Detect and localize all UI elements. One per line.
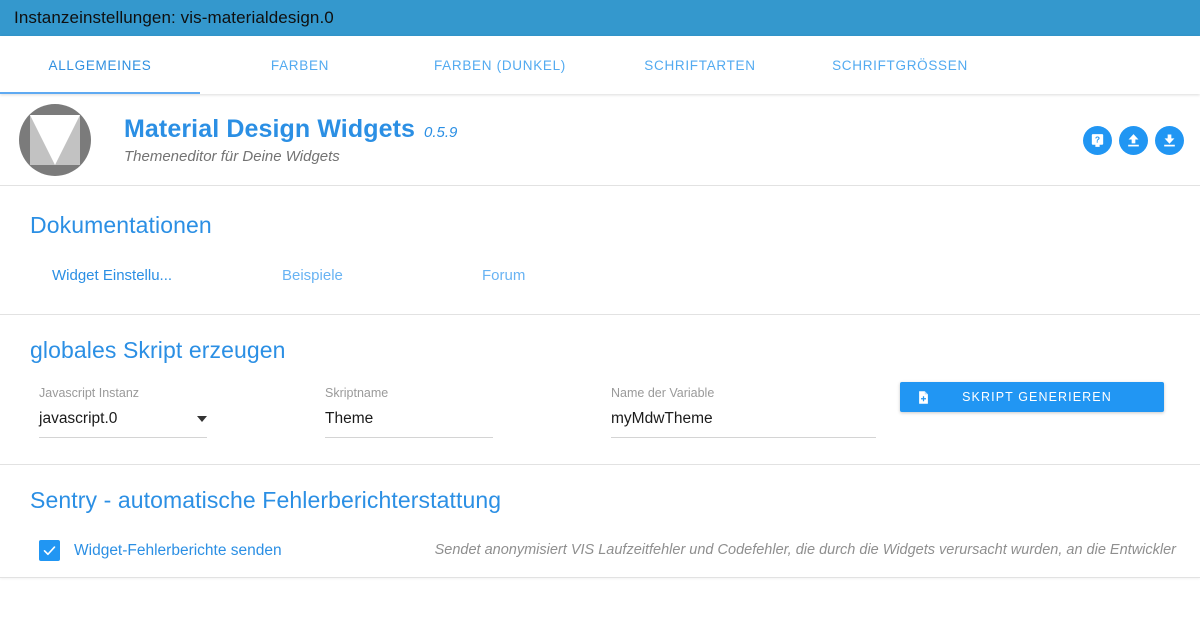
variable-name-field: Name der Variable (611, 386, 921, 438)
header-actions: ? (1083, 126, 1184, 155)
script-name-input-wrap[interactable] (325, 410, 493, 438)
tab-schriftgroessen[interactable]: SCHRIFTGRÖSSEN (800, 36, 1000, 94)
sentry-checkbox-wrap: Widget-Fehlerberichte senden (39, 540, 369, 561)
sentry-checkbox[interactable] (39, 540, 60, 561)
tab-label: ALLGEMEINES (48, 57, 152, 73)
download-icon (1161, 132, 1178, 149)
app-subtitle: Themeneditor für Deine Widgets (124, 147, 340, 165)
upload-icon (1125, 132, 1142, 149)
chevron-down-icon[interactable] (197, 416, 207, 422)
tab-schriftarten[interactable]: SCHRIFTARTEN (600, 36, 800, 94)
doc-link-widget-einstellungen[interactable]: Widget Einstellu... (52, 267, 282, 284)
script-name-field: Skriptname (325, 386, 611, 438)
tab-farben-dunkel[interactable]: FARBEN (DUNKEL) (400, 36, 600, 94)
help-button[interactable]: ? (1083, 126, 1112, 155)
generate-script-button[interactable]: SKRIPT GENERIEREN (900, 382, 1164, 412)
app-title-block: Material Design Widgets 0.5.9 Themenedit… (124, 115, 1083, 165)
javascript-instance-select[interactable]: javascript.0 (39, 410, 207, 438)
documentation-title: Dokumentationen (30, 212, 212, 238)
tab-farben[interactable]: FARBEN (200, 36, 400, 94)
tab-label: SCHRIFTGRÖSSEN (832, 57, 968, 73)
app-version: 0.5.9 (424, 123, 458, 141)
window-title: Instanzeinstellungen: vis-materialdesign… (14, 8, 334, 27)
sentry-hint-text: Sendet anonymisiert VIS Laufzeitfehler u… (434, 542, 1176, 558)
tab-bar: ALLGEMEINES FARBEN FARBEN (DUNKEL) SCHRI… (0, 36, 1200, 94)
sentry-checkbox-label[interactable]: Widget-Fehlerberichte senden (74, 542, 282, 560)
doc-link-forum[interactable]: Forum (482, 267, 682, 284)
window-titlebar: Instanzeinstellungen: vis-materialdesign… (0, 0, 1200, 36)
variable-name-input[interactable] (611, 410, 876, 428)
svg-text:?: ? (1095, 134, 1100, 144)
variable-name-label: Name der Variable (611, 386, 715, 400)
variable-name-input-wrap[interactable] (611, 410, 876, 438)
generate-script-label: SKRIPT GENERIEREN (962, 390, 1112, 404)
tab-label: FARBEN (270, 57, 330, 73)
app-header-section: Material Design Widgets 0.5.9 Themenedit… (0, 94, 1200, 186)
javascript-instance-value: javascript.0 (39, 410, 118, 427)
script-name-label: Skriptname (325, 386, 389, 400)
check-icon (42, 543, 57, 558)
upload-button[interactable] (1119, 126, 1148, 155)
documentation-links: Widget Einstellu... Beispiele Forum (0, 267, 1200, 284)
app-title: Material Design Widgets (124, 114, 416, 143)
download-button[interactable] (1155, 126, 1184, 155)
script-name-input[interactable] (325, 410, 493, 428)
tab-label: SCHRIFTARTEN (644, 57, 756, 73)
javascript-instance-field: Javascript Instanz javascript.0 (39, 386, 325, 438)
tab-label: FARBEN (DUNKEL) (433, 57, 567, 73)
script-generation-section: globales Skript erzeugen Javascript Inst… (0, 315, 1200, 465)
doc-link-beispiele[interactable]: Beispiele (282, 267, 482, 284)
material-design-widgets-logo (14, 99, 96, 181)
tab-allgemeines[interactable]: ALLGEMEINES (0, 36, 200, 94)
help-book-icon: ? (1089, 132, 1106, 149)
javascript-instance-label: Javascript Instanz (39, 386, 140, 400)
documentation-section: Dokumentationen Widget Einstellu... Beis… (0, 186, 1200, 315)
note-add-icon (900, 390, 946, 405)
sentry-title: Sentry - automatische Fehlerberichtersta… (30, 487, 502, 513)
script-section-title: globales Skript erzeugen (30, 337, 286, 363)
sentry-row: Widget-Fehlerberichte senden Sendet anon… (0, 540, 1200, 561)
sentry-section: Sentry - automatische Fehlerberichtersta… (0, 465, 1200, 579)
